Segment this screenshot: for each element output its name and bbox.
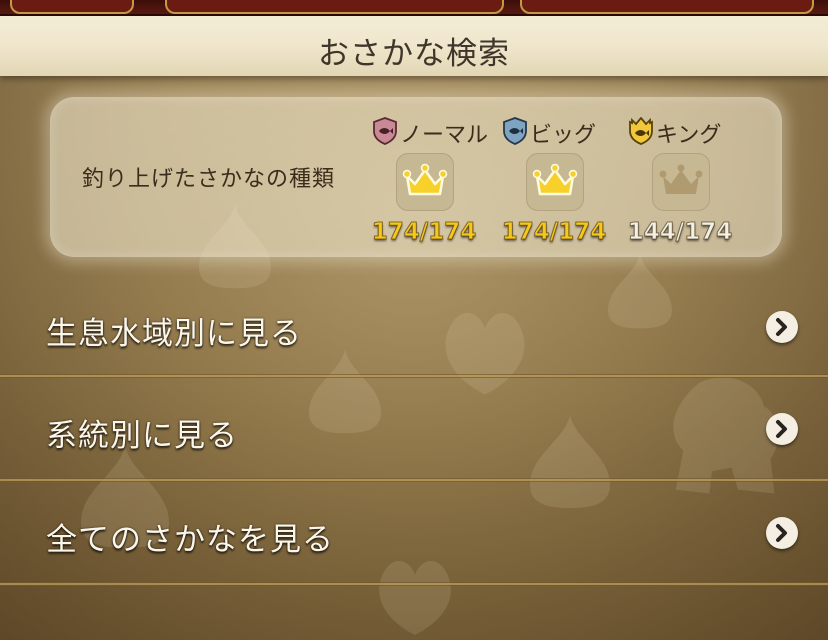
crown-medal — [652, 153, 710, 211]
resource-pill — [520, 0, 814, 14]
menu-label: 系統別に見る — [46, 418, 238, 454]
gold-crown-icon — [402, 163, 448, 196]
row-divider — [0, 582, 828, 586]
top-status-bar — [0, 0, 828, 16]
normal-count: 174/174 — [371, 219, 477, 246]
crown-medal — [396, 153, 454, 211]
rank-name: ノーマル — [400, 123, 489, 148]
menu-label: 生息水域別に見る — [46, 316, 302, 352]
row-divider — [0, 374, 828, 378]
catch-stats-panel: 釣り上げたさかなの種類 ノーマル 174/174 ビッグ 174/174 キング… — [50, 97, 782, 257]
crown-medal — [526, 153, 584, 211]
king-count: 144/174 — [627, 219, 733, 246]
big-count: 174/174 — [501, 219, 607, 246]
rank-name: キング — [656, 123, 722, 148]
caught-types-label: 釣り上げたさかなの種類 — [82, 167, 336, 192]
currency-pill — [165, 0, 504, 14]
chevron-right-icon[interactable] — [766, 413, 798, 445]
blue-fish-shield-icon — [503, 117, 527, 145]
menu-by-habitat[interactable]: 生息水域別に見る — [0, 278, 828, 378]
gray-crown-icon — [659, 164, 703, 194]
rank-king: キング 144/174 — [627, 115, 748, 255]
rank-big: ビッグ 174/174 — [501, 115, 622, 255]
chevron-right-icon[interactable] — [766, 311, 798, 343]
top-left-tab[interactable] — [10, 0, 134, 14]
rank-normal: ノーマル 174/174 — [371, 115, 492, 255]
title-bar: おさかな検索 — [0, 16, 828, 76]
gold-crown-icon — [532, 163, 578, 196]
menu-label: 全てのさかなを見る — [46, 522, 334, 558]
menu-all-fish[interactable]: 全てのさかなを見る — [0, 484, 828, 584]
menu-by-family[interactable]: 系統別に見る — [0, 380, 828, 480]
pink-fish-shield-icon — [373, 117, 397, 145]
chevron-right-icon[interactable] — [766, 517, 798, 549]
rank-name: ビッグ — [530, 123, 597, 148]
row-divider — [0, 478, 828, 482]
page-title: おさかな検索 — [318, 36, 510, 72]
gold-fish-shield-icon — [629, 117, 653, 145]
